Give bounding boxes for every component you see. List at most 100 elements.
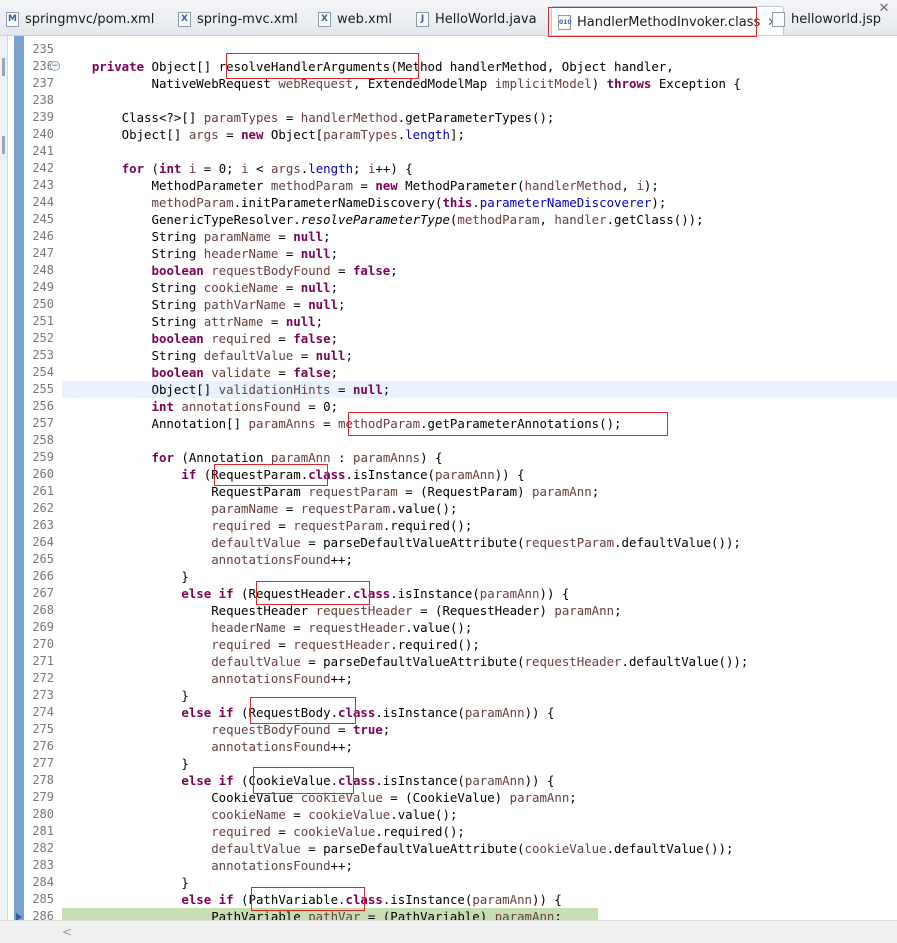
code-text[interactable]: } — [62, 568, 188, 585]
code-line[interactable]: 256 int annotationsFound = 0; — [0, 398, 897, 415]
code-line[interactable]: 261 RequestParam requestParam = (Request… — [0, 483, 897, 500]
code-line[interactable]: 265 annotationsFound++; — [0, 551, 897, 568]
code-text[interactable]: Class<?>[] paramTypes = handlerMethod.ge… — [62, 109, 555, 126]
code-line[interactable]: 279 CookieValue cookieValue = (CookieVal… — [0, 789, 897, 806]
code-text[interactable]: for (int i = 0; i < args.length; i++) { — [62, 160, 413, 177]
code-line[interactable]: 254 boolean validate = false; — [0, 364, 897, 381]
code-line[interactable]: 244 methodParam.initParameterNameDiscove… — [0, 194, 897, 211]
code-text[interactable]: GenericTypeResolver.resolveParameterType… — [62, 211, 704, 228]
code-line[interactable]: 284 } — [0, 874, 897, 891]
code-text[interactable]: int annotationsFound = 0; — [62, 398, 339, 415]
code-text[interactable]: RequestHeader requestHeader = (RequestHe… — [62, 602, 621, 619]
code-text[interactable]: String cookieName = null; — [62, 279, 339, 296]
code-text[interactable]: String pathVarName = null; — [62, 296, 346, 313]
code-line[interactable]: 255 Object[] validationHints = null; — [0, 381, 897, 398]
scroll-left-icon[interactable]: < — [62, 925, 72, 939]
code-line[interactable]: 271 defaultValue = parseDefaultValueAttr… — [0, 653, 897, 670]
code-line[interactable]: 264 defaultValue = parseDefaultValueAttr… — [0, 534, 897, 551]
code-line[interactable]: 285 else if (PathVariable.class.isInstan… — [0, 891, 897, 908]
code-line[interactable]: 237 NativeWebRequest webRequest, Extende… — [0, 75, 897, 92]
code-text[interactable]: required = requestParam.required(); — [62, 517, 472, 534]
editor-close-icon[interactable]: ✕ — [877, 2, 891, 16]
code-text[interactable]: } — [62, 874, 188, 891]
code-text[interactable]: Object[] args = new Object[paramTypes.le… — [62, 126, 465, 143]
code-text[interactable]: String paramName = null; — [62, 228, 331, 245]
code-text[interactable]: defaultValue = parseDefaultValueAttribut… — [62, 653, 748, 670]
tab-helloworld-java[interactable]: J HelloWorld.java — [416, 5, 537, 33]
code-line[interactable]: 270 required = requestHeader.required(); — [0, 636, 897, 653]
code-line[interactable]: 239 Class<?>[] paramTypes = handlerMetho… — [0, 109, 897, 126]
code-line[interactable]: 240 Object[] args = new Object[paramType… — [0, 126, 897, 143]
code-text[interactable]: } — [62, 687, 188, 704]
code-text[interactable]: private Object[] resolveHandlerArguments… — [62, 58, 674, 75]
horizontal-scrollbar[interactable]: < — [0, 920, 897, 943]
code-line[interactable]: 241 — [0, 143, 897, 160]
code-text[interactable]: String defaultValue = null; — [62, 347, 353, 364]
code-text[interactable]: required = requestHeader.required(); — [62, 636, 480, 653]
tab-spring-mvc-xml[interactable]: X spring-mvc.xml — [178, 5, 298, 33]
code-line[interactable]: 235 — [0, 41, 897, 58]
code-line[interactable]: 269 headerName = requestHeader.value(); — [0, 619, 897, 636]
code-text[interactable]: Object[] validationHints = null; — [62, 381, 391, 398]
code-line[interactable]: 260 if (RequestParam.class.isInstance(pa… — [0, 466, 897, 483]
code-text[interactable]: MethodParameter methodParam = new Method… — [62, 177, 659, 194]
code-text[interactable]: Annotation[] paramAnns = methodParam.get… — [62, 415, 622, 432]
code-text[interactable]: CookieValue cookieValue = (CookieValue) … — [62, 789, 577, 806]
code-line[interactable]: 273 } — [0, 687, 897, 704]
code-text[interactable]: } — [62, 755, 188, 772]
code-text[interactable]: RequestParam requestParam = (RequestPara… — [62, 483, 599, 500]
code-text[interactable]: annotationsFound++; — [62, 670, 353, 687]
code-line[interactable]: 252 boolean required = false; — [0, 330, 897, 347]
code-text[interactable]: else if (RequestHeader.class.isInstance(… — [62, 585, 569, 602]
code-line[interactable]: 278 else if (CookieValue.class.isInstanc… — [0, 772, 897, 789]
code-text[interactable]: else if (PathVariable.class.isInstance(p… — [62, 891, 562, 908]
code-line[interactable]: 277 } — [0, 755, 897, 772]
code-line[interactable]: 263 required = requestParam.required(); — [0, 517, 897, 534]
code-text[interactable]: annotationsFound++; — [62, 551, 353, 568]
code-text[interactable]: required = cookieValue.required(); — [62, 823, 465, 840]
code-text[interactable]: annotationsFound++; — [62, 857, 353, 874]
code-text[interactable]: boolean validate = false; — [62, 364, 339, 381]
tab-handlermethodinvoker-class[interactable]: 010 HandlerMethodInvoker.class ✕ — [551, 6, 785, 35]
code-line[interactable]: 238 — [0, 92, 897, 109]
code-line[interactable]: 258 — [0, 432, 897, 449]
tab-springmvc-pom-xml[interactable]: M springmvc/pom.xml — [6, 5, 154, 33]
code-text[interactable]: annotationsFound++; — [62, 738, 353, 755]
tab-web-xml[interactable]: X web.xml — [318, 5, 392, 33]
code-line[interactable]: 272 annotationsFound++; — [0, 670, 897, 687]
code-text[interactable]: NativeWebRequest webRequest, ExtendedMod… — [62, 75, 741, 92]
code-line[interactable]: 268 RequestHeader requestHeader = (Reque… — [0, 602, 897, 619]
code-text[interactable]: String attrName = null; — [62, 313, 324, 330]
code-line[interactable]: 282 defaultValue = parseDefaultValueAttr… — [0, 840, 897, 857]
code-line[interactable]: 242 for (int i = 0; i < args.length; i++… — [0, 160, 897, 177]
code-text[interactable]: requestBodyFound = true; — [62, 721, 390, 738]
code-text[interactable]: String headerName = null; — [62, 245, 339, 262]
code-line[interactable]: 274 else if (RequestBody.class.isInstanc… — [0, 704, 897, 721]
code-line[interactable]: 243 MethodParameter methodParam = new Me… — [0, 177, 897, 194]
code-line[interactable]: 249 String cookieName = null; — [0, 279, 897, 296]
code-line[interactable]: 250 String pathVarName = null; — [0, 296, 897, 313]
code-editor[interactable]: 235 236− private Object[] resolveHandlerA… — [0, 36, 897, 925]
code-text[interactable]: paramName = requestParam.value(); — [62, 500, 457, 517]
code-line[interactable]: 275 requestBodyFound = true; — [0, 721, 897, 738]
code-line[interactable]: 253 String defaultValue = null; — [0, 347, 897, 364]
code-text[interactable]: boolean requestBodyFound = false; — [62, 262, 398, 279]
code-line[interactable]: 246 String paramName = null; — [0, 228, 897, 245]
code-line[interactable]: 262 paramName = requestParam.value(); — [0, 500, 897, 517]
code-line[interactable]: 247 String headerName = null; — [0, 245, 897, 262]
code-line[interactable]: 248 boolean requestBodyFound = false; — [0, 262, 897, 279]
code-text[interactable]: boolean required = false; — [62, 330, 339, 347]
tab-helloworld-jsp[interactable]: helloworld.jsp — [772, 5, 881, 33]
code-text[interactable]: else if (CookieValue.class.isInstance(pa… — [62, 772, 554, 789]
code-text[interactable]: headerName = requestHeader.value(); — [62, 619, 472, 636]
code-text[interactable]: methodParam.initParameterNameDiscovery(t… — [62, 194, 667, 211]
code-text[interactable]: else if (RequestBody.class.isInstance(pa… — [62, 704, 554, 721]
code-text[interactable]: defaultValue = parseDefaultValueAttribut… — [62, 840, 733, 857]
code-line[interactable]: 280 cookieName = cookieValue.value(); — [0, 806, 897, 823]
code-text[interactable]: if (RequestParam.class.isInstance(paramA… — [62, 466, 524, 483]
code-line[interactable]: 266 } — [0, 568, 897, 585]
code-line[interactable]: 245 GenericTypeResolver.resolveParameter… — [0, 211, 897, 228]
code-line[interactable]: 281 required = cookieValue.required(); — [0, 823, 897, 840]
code-line[interactable]: 283 annotationsFound++; — [0, 857, 897, 874]
code-line[interactable]: 257 Annotation[] paramAnns = methodParam… — [0, 415, 897, 432]
